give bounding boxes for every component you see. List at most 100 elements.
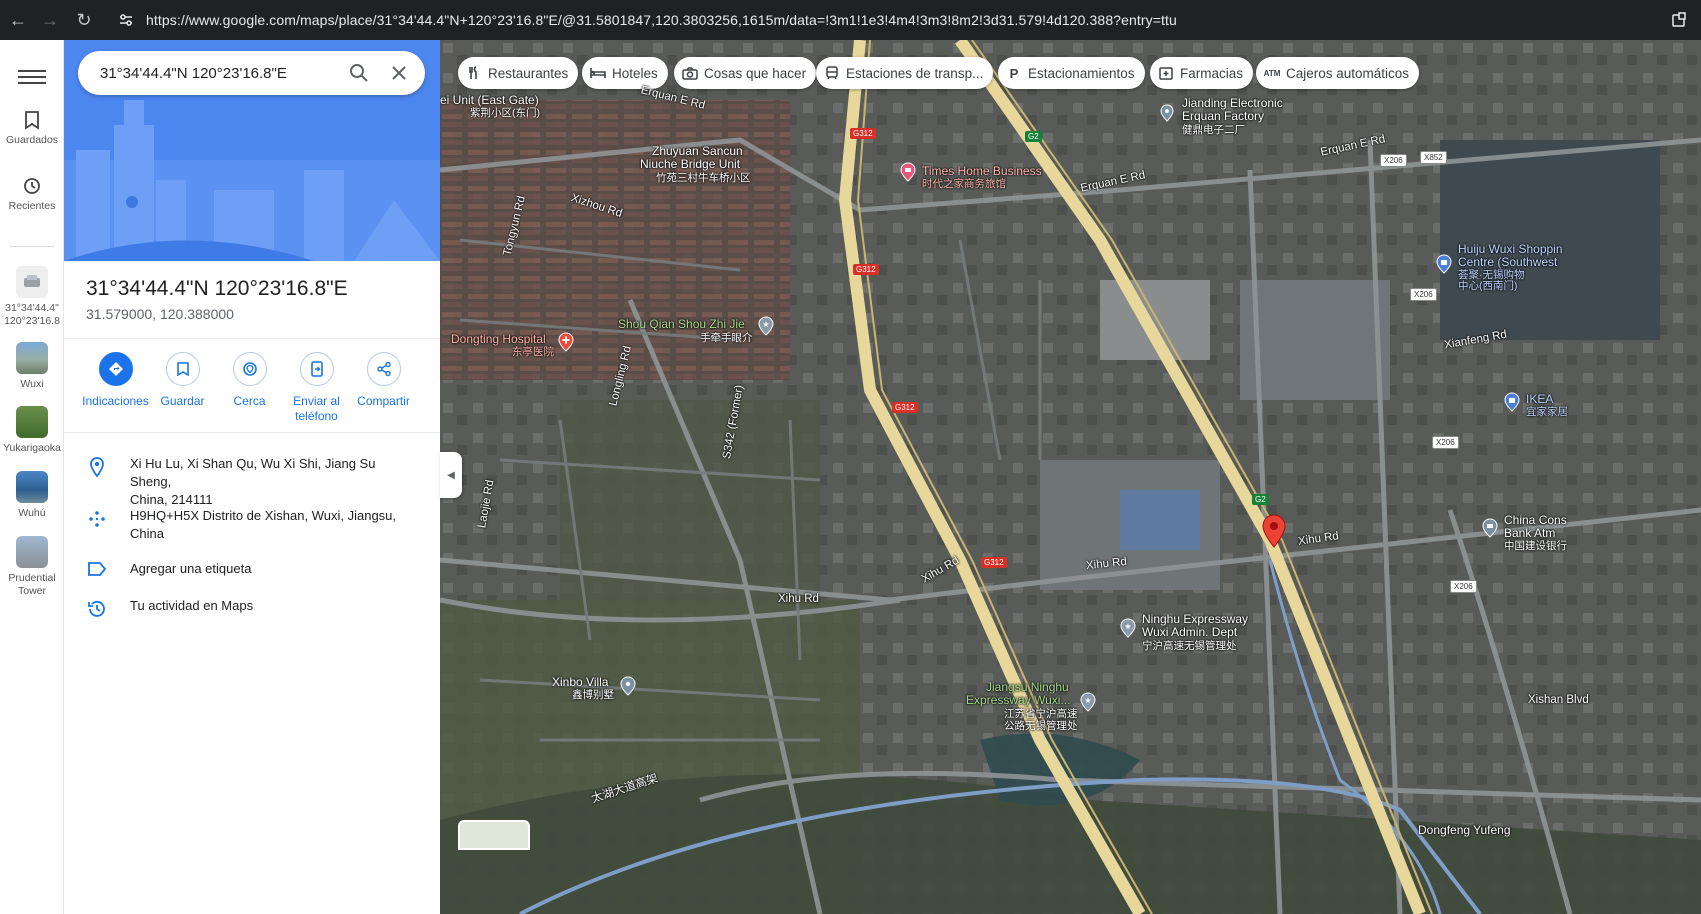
poi-label-cn: 东亭医院 <box>512 346 554 358</box>
close-icon[interactable] <box>379 53 419 93</box>
chip-restaurants[interactable]: Restaurantes <box>458 57 579 89</box>
poi-label[interactable]: Shou Qian Shou Zhi Jie <box>618 318 745 331</box>
send-to-phone-button[interactable]: Enviar al teléfono <box>283 352 350 424</box>
rail-history-item[interactable]: 31°34'44.4" 120°23'16.8 <box>0 266 64 328</box>
poi-label[interactable]: Dongting Hospital <box>451 333 546 346</box>
history-label-2: Tower <box>17 585 46 597</box>
rail-saved[interactable]: Guardados <box>0 110 64 147</box>
poi-pin-icon[interactable] <box>1160 104 1174 122</box>
hospital-pin-icon[interactable] <box>558 332 574 352</box>
directions-button[interactable]: Indicaciones <box>82 352 149 424</box>
poi-label[interactable]: Dongfeng Yufeng <box>1418 824 1511 837</box>
shopping-pin-icon[interactable] <box>1436 254 1452 274</box>
highway-shield: X206 <box>1410 288 1437 301</box>
poi-label: Niuche Bridge Unit <box>640 157 741 171</box>
poi-label[interactable]: Times Home Business <box>922 165 1042 178</box>
history-label: Yukarigaoka <box>3 442 61 454</box>
poi-label-cn: 时代之家商务旅馆 <box>922 178 1006 190</box>
pharmacy-icon <box>1158 66 1174 80</box>
place-coordinates: 31.579000, 120.388000 <box>86 306 234 322</box>
rail-recent-label: Recientes <box>8 200 56 212</box>
highway-shield: G312 <box>853 264 879 275</box>
poi-label[interactable]: Xinbo Villa <box>552 676 608 689</box>
nearby-button[interactable]: Cerca <box>216 352 283 424</box>
rail-history-item[interactable]: Wuhú <box>0 471 64 520</box>
bookmark-icon <box>165 352 200 386</box>
road-label: Xihu Rd <box>778 593 819 605</box>
search-input[interactable]: 31°34'44.4"N 120°23'16.8"E <box>100 65 339 82</box>
maps-activity-row[interactable]: Tu actividad en Maps <box>64 597 440 619</box>
rail-history-item[interactable]: Yukarigaoka <box>0 406 64 455</box>
add-label-text: Agregar una etiqueta <box>130 561 252 576</box>
selected-location-pin-icon[interactable] <box>1262 514 1286 548</box>
satellite-map[interactable]: Restaurantes Hoteles Cosas que hacer Est… <box>440 40 1701 914</box>
layers-thumbnail[interactable] <box>458 820 530 850</box>
highway-shield: G312 <box>892 402 918 413</box>
poi-label-cn: 竹苑三村牛车桥小区 <box>656 172 751 184</box>
chip-label: Hoteles <box>612 65 658 81</box>
poi-label[interactable]: IKEA <box>1526 393 1553 406</box>
rail-history-item[interactable]: Wuxi <box>0 342 64 391</box>
share-button[interactable]: Compartir <box>350 352 417 424</box>
back-arrow-icon[interactable]: ← <box>2 4 34 36</box>
add-label-row[interactable]: Agregar una etiqueta <box>64 560 440 578</box>
bank-pin-icon[interactable] <box>1482 518 1498 538</box>
extensions-icon[interactable] <box>1665 6 1693 34</box>
search-icon[interactable] <box>339 53 379 93</box>
share-label: Compartir <box>357 394 410 408</box>
svg-text:★: ★ <box>762 320 769 329</box>
poi-label-cn: 宜家家居 <box>1526 406 1568 418</box>
search-box[interactable]: 31°34'44.4"N 120°23'16.8"E <box>78 51 425 95</box>
highway-shield: G312 <box>981 557 1007 568</box>
menu-icon[interactable] <box>18 66 46 88</box>
history-icon <box>24 178 40 194</box>
plus-code-row[interactable]: H9HQ+H5X Distrito de Xishan, Wuxi, Jiang… <box>64 507 440 543</box>
poi-pin-icon[interactable] <box>620 676 636 696</box>
camera-icon <box>682 66 698 80</box>
bookmark-icon <box>25 111 39 130</box>
address-bar[interactable]: https://www.google.com/maps/place/31°34'… <box>110 4 1640 36</box>
send-label-2: teléfono <box>295 409 338 423</box>
recent-place-thumbnail <box>16 471 48 503</box>
address-line-1: Xi Hu Lu, Xi Shan Qu, Wu Xi Shi, Jiang S… <box>130 456 376 489</box>
reload-icon[interactable]: ↻ <box>68 4 100 36</box>
star-pin-icon[interactable]: ★ <box>1080 692 1096 712</box>
chip-parking[interactable]: P Estacionamientos <box>998 57 1145 89</box>
hotel-pin-icon[interactable] <box>900 162 916 182</box>
site-settings-icon[interactable] <box>114 8 138 32</box>
svg-text:★: ★ <box>1084 696 1091 705</box>
rail-history-item[interactable]: Prudential Tower <box>0 536 64 598</box>
address-row[interactable]: Xi Hu Lu, Xi Shan Qu, Wu Xi Shi, Jiang S… <box>64 455 440 509</box>
chip-things-to-do[interactable]: Cosas que hacer <box>674 57 817 89</box>
divider <box>64 338 440 339</box>
forward-arrow-icon[interactable]: → <box>34 4 66 36</box>
highway-shield: X206 <box>1432 436 1459 449</box>
poi-label-cn: 鑫博别墅 <box>572 689 614 701</box>
maps-activity-text: Tu actividad en Maps <box>130 598 254 613</box>
collapse-panel-button[interactable]: ◀ <box>440 452 462 498</box>
chip-pharmacy[interactable]: Farmacias <box>1150 57 1254 89</box>
chip-transit[interactable]: Estaciones de transp... <box>816 57 994 89</box>
history-label: Wuhú <box>18 507 46 519</box>
star-pin-icon[interactable]: ★ <box>758 316 774 336</box>
location-pin-icon <box>64 455 130 509</box>
poi-label-cn: 手牵手眼介 <box>700 332 753 344</box>
poi-label: Expressway Wuxi... <box>966 693 1071 707</box>
star-pin-icon[interactable]: ★ <box>1120 618 1136 638</box>
chip-label: Cosas que hacer <box>704 65 807 81</box>
nearby-icon <box>232 352 267 386</box>
poi-label[interactable]: ei Unit (East Gate) <box>440 94 539 107</box>
save-button[interactable]: Guardar <box>149 352 216 424</box>
chip-atm[interactable]: ATM Cajeros automáticos <box>1256 57 1420 89</box>
chip-label: Cajeros automáticos <box>1286 65 1410 81</box>
directions-label: Indicaciones <box>82 394 149 408</box>
chip-hotels[interactable]: Hoteles <box>582 57 668 89</box>
chip-label: Estacionamientos <box>1028 65 1135 81</box>
chip-label: Restaurantes <box>488 65 569 81</box>
url-text[interactable]: https://www.google.com/maps/place/31°34'… <box>146 12 1177 28</box>
poi-label-cn: 公路无锡管理处 <box>1004 720 1078 732</box>
label-tag-icon <box>64 560 130 578</box>
store-pin-icon[interactable] <box>1504 392 1520 412</box>
rail-recent[interactable]: Recientes <box>0 176 64 213</box>
save-label: Guardar <box>160 394 205 408</box>
